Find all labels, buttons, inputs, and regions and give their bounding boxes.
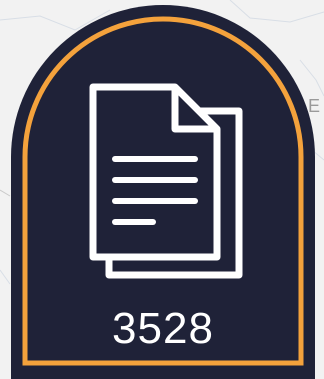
document-count-badge[interactable]: 3528 — [11, 5, 315, 379]
documents-icon — [87, 75, 247, 285]
document-count: 3528 — [112, 304, 214, 353]
